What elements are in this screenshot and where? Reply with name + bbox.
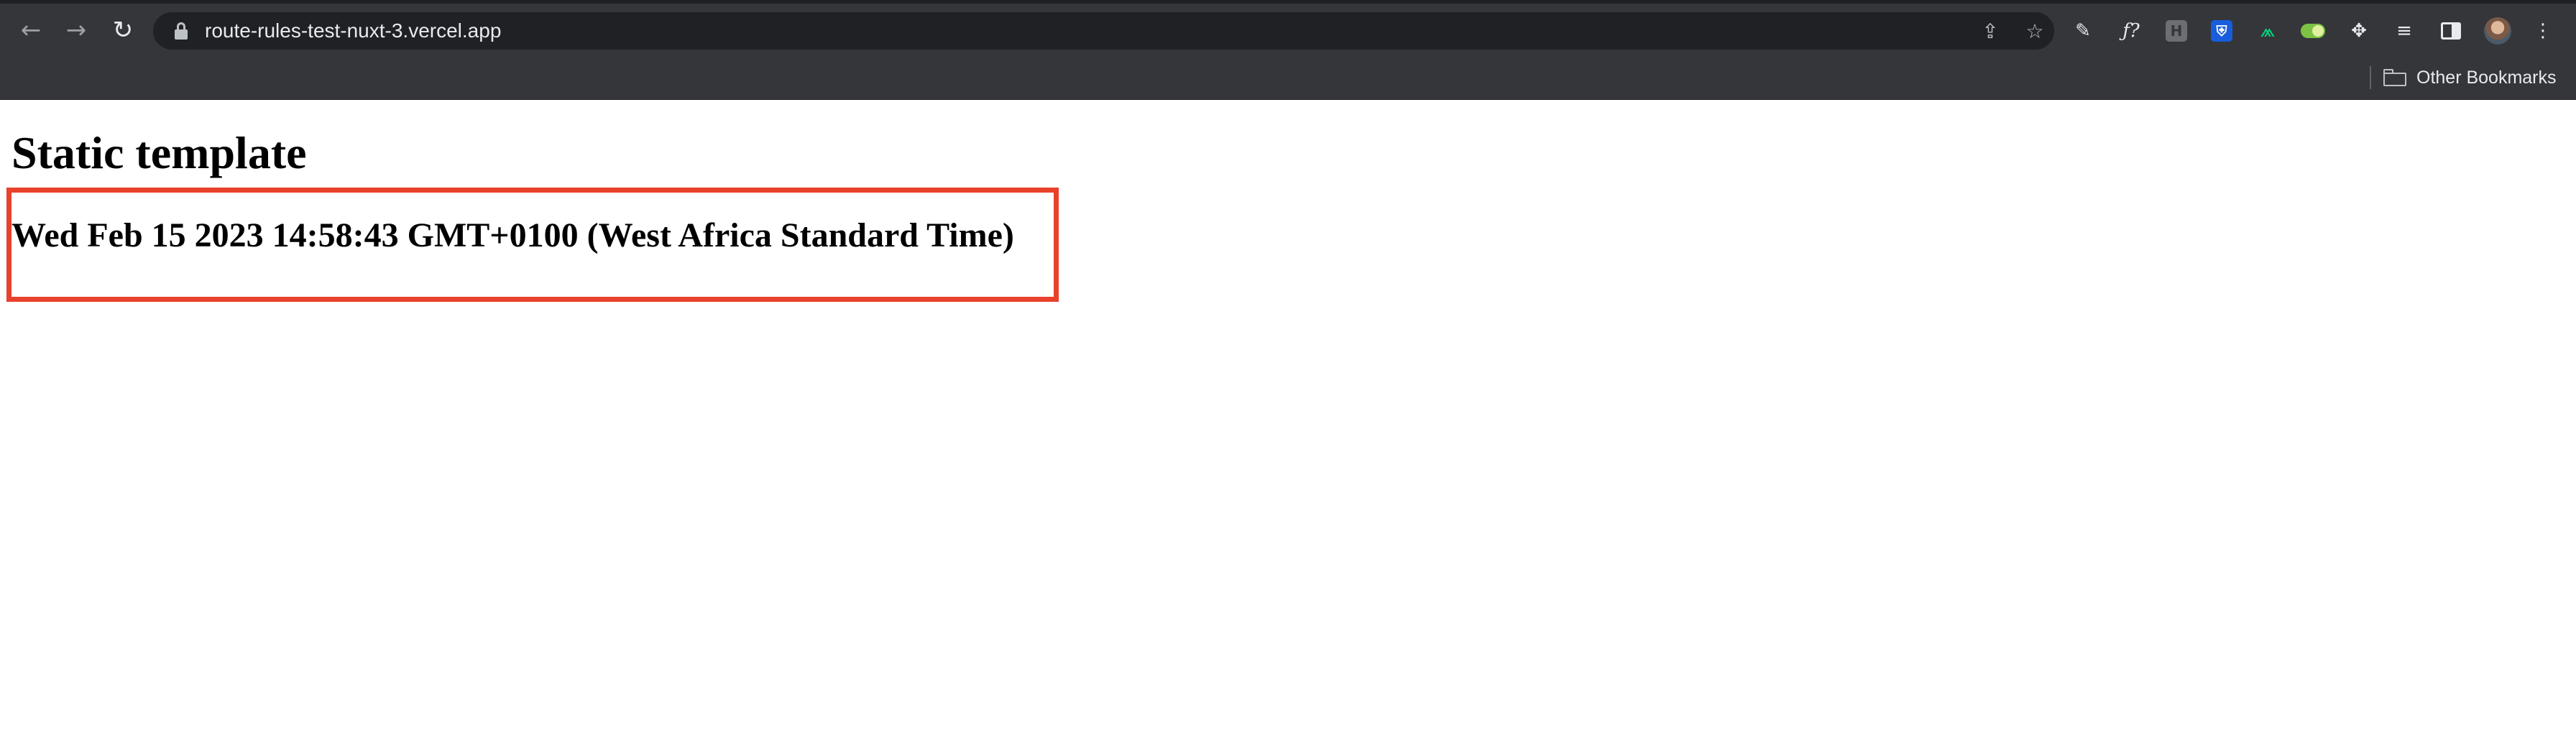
profile-avatar[interactable] xyxy=(2483,17,2512,45)
puzzle-extension-icon[interactable]: ✥ xyxy=(2345,17,2373,45)
bitwarden-extension-icon[interactable]: ⛨ xyxy=(2207,17,2236,45)
forward-button[interactable]: → xyxy=(60,14,93,47)
arrow-left-icon: ← xyxy=(20,16,42,45)
fx-extension-icon[interactable]: ƒ? xyxy=(2117,17,2145,45)
address-bar[interactable]: route-rules-test-nuxt-3.vercel.app ⇪ ☆ xyxy=(153,12,2054,50)
other-bookmarks-label: Other Bookmarks xyxy=(2416,67,2557,88)
pen-extension-icon[interactable]: ✎ xyxy=(2069,17,2097,45)
arrow-right-icon: → xyxy=(65,16,87,45)
folder-icon xyxy=(2383,69,2406,86)
url-text[interactable]: route-rules-test-nuxt-3.vercel.app xyxy=(205,21,501,41)
kebab-menu-icon[interactable]: ⋮ xyxy=(2529,17,2557,45)
lock-icon xyxy=(175,22,188,40)
page-title: Static template xyxy=(12,127,307,178)
bookmarks-bar: Other Bookmarks xyxy=(0,56,2576,100)
page-content: Static template Wed Feb 15 2023 14:58:43… xyxy=(0,100,2576,756)
side-panel-icon[interactable] xyxy=(2437,17,2465,45)
back-button[interactable]: ← xyxy=(14,14,47,47)
h-extension-icon[interactable]: H xyxy=(2162,17,2191,45)
nuxt-extension-icon[interactable]: ⩕ xyxy=(2253,17,2282,45)
date-heading: Wed Feb 15 2023 14:58:43 GMT+0100 (West … xyxy=(12,216,1014,254)
other-bookmarks-button[interactable]: Other Bookmarks xyxy=(2383,63,2557,92)
browser-chrome: ← → ↻ route-rules-test-nuxt-3.vercel.app… xyxy=(0,0,2576,100)
browser-toolbar: ← → ↻ route-rules-test-nuxt-3.vercel.app… xyxy=(0,0,2576,56)
toggle-extension-icon[interactable] xyxy=(2299,17,2327,45)
reload-button[interactable]: ↻ xyxy=(106,14,139,47)
share-icon[interactable]: ⇪ xyxy=(1977,18,2003,44)
reload-icon: ↻ xyxy=(112,16,134,45)
star-icon[interactable]: ☆ xyxy=(2022,18,2048,44)
reading-list-icon[interactable]: ≡ xyxy=(2390,17,2419,45)
bookmarks-separator xyxy=(2370,66,2371,89)
